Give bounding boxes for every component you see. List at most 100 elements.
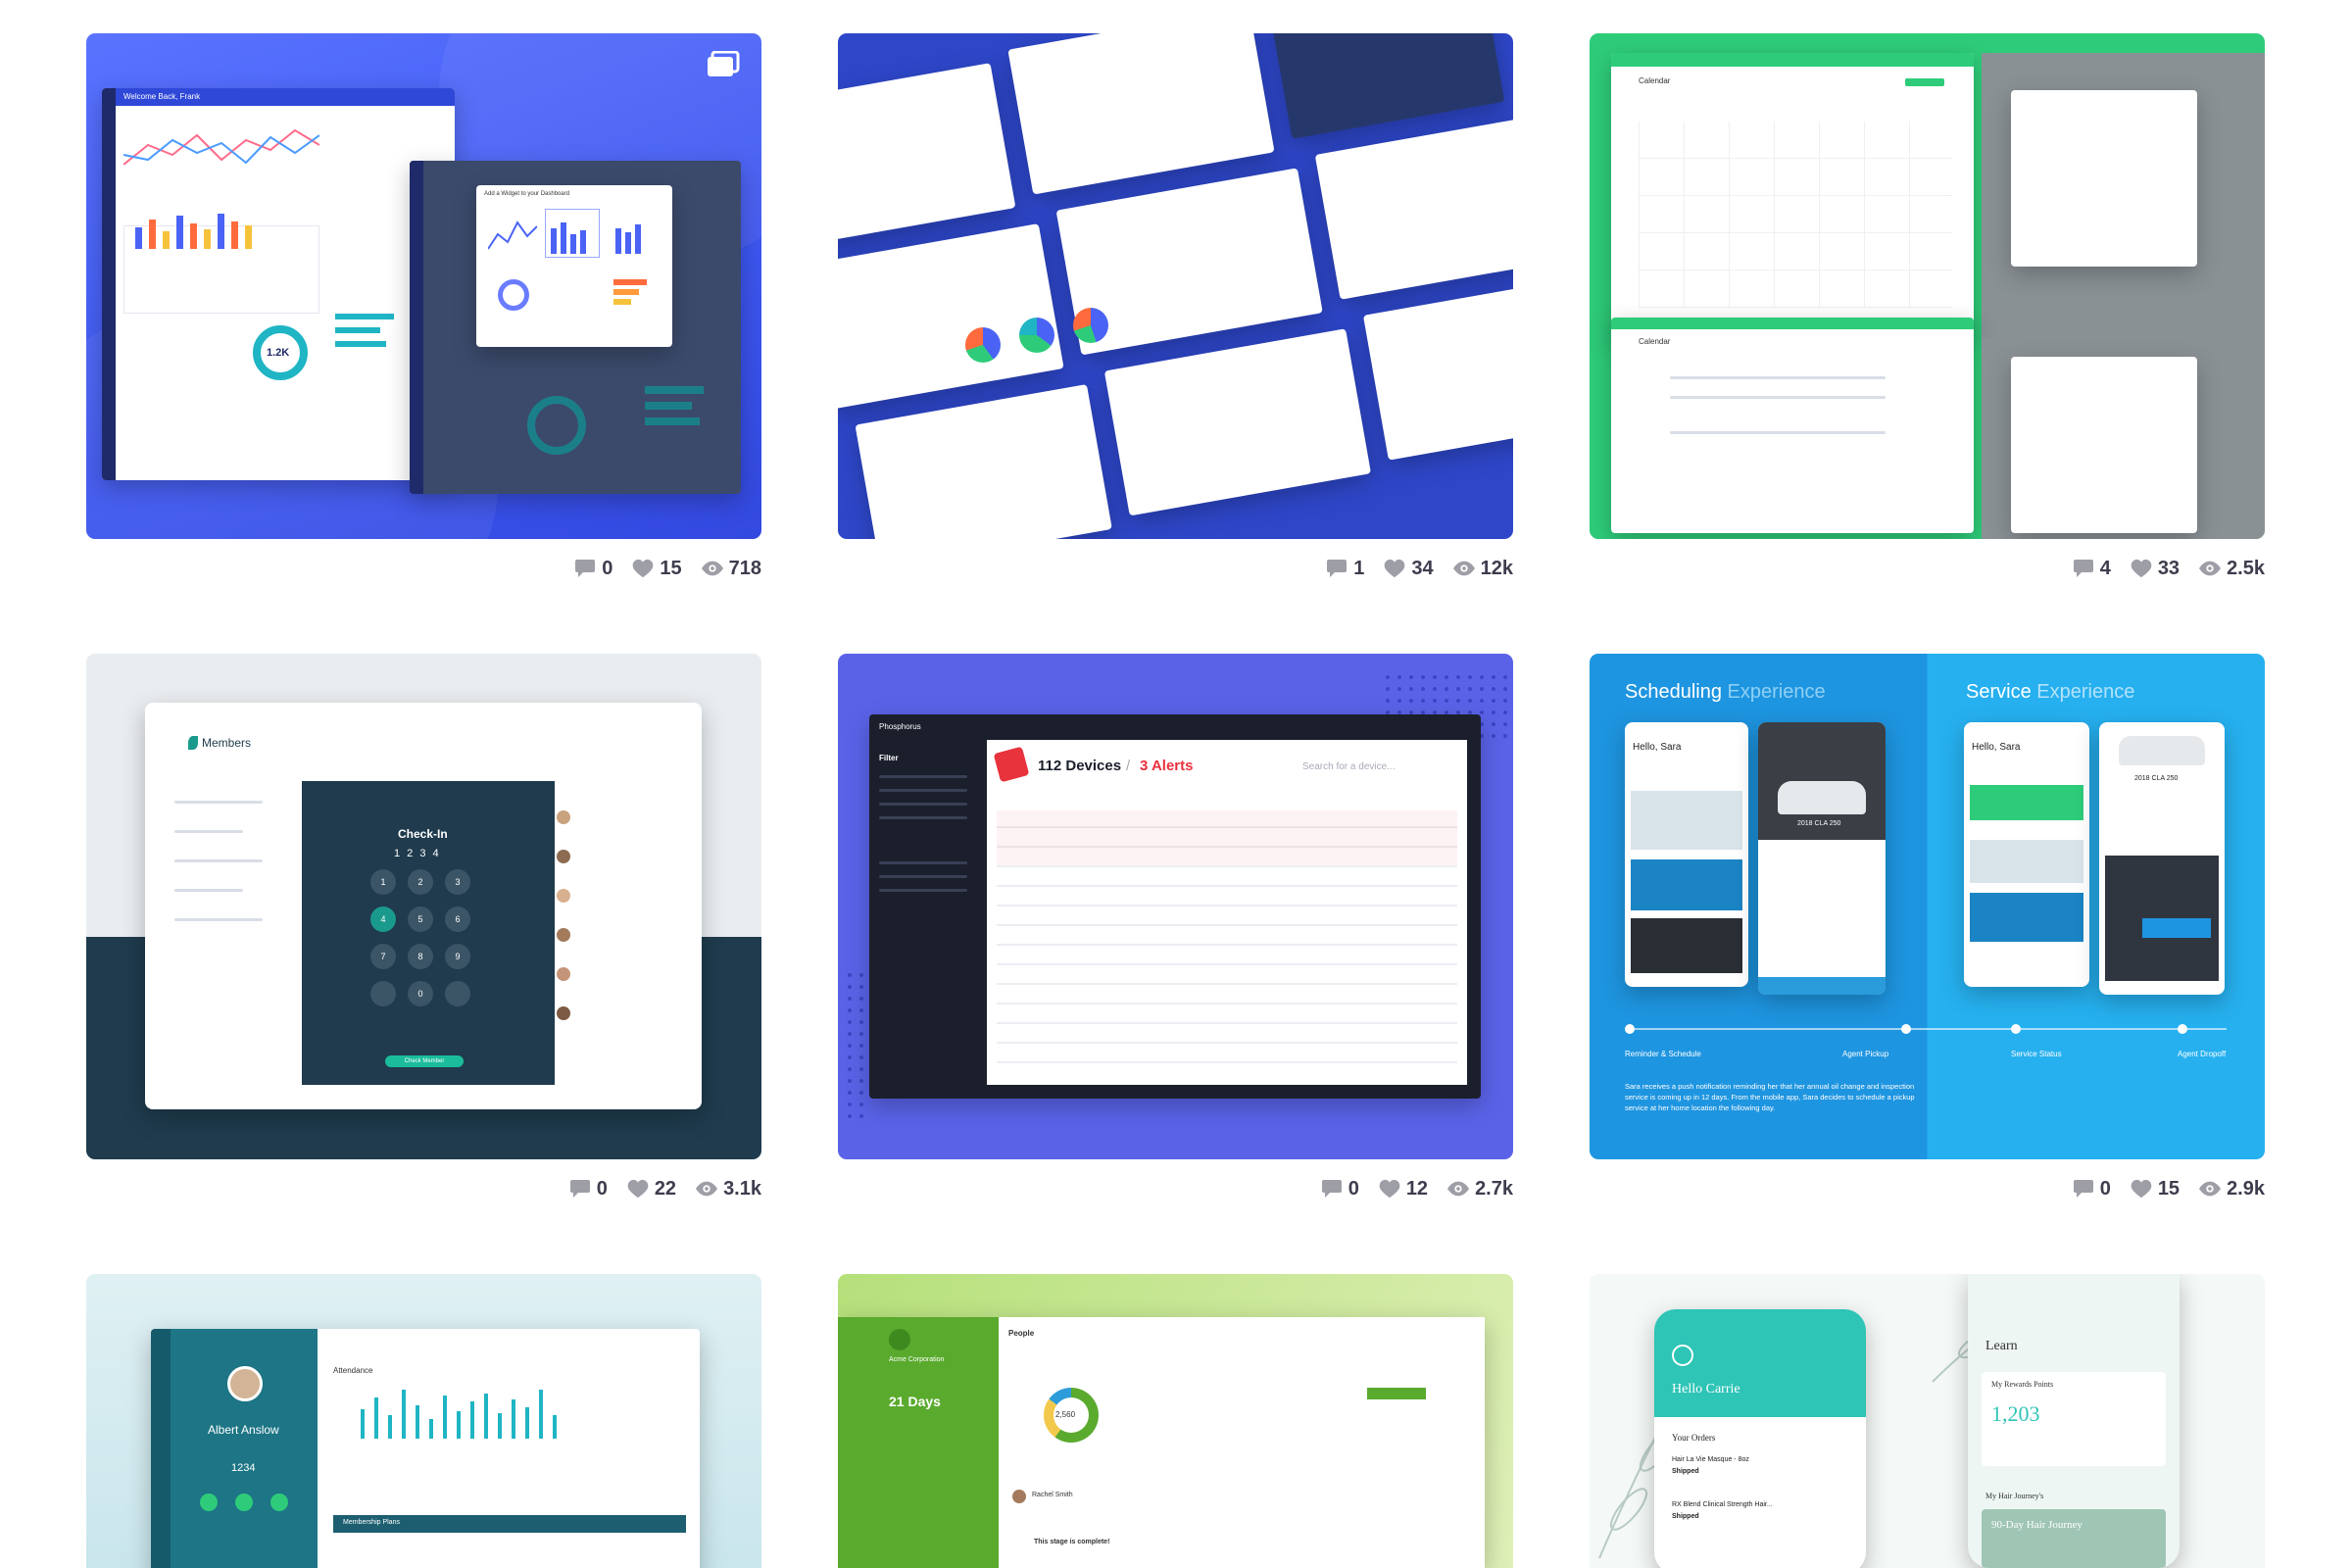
people-window: Acme Corporation 21 Days People 2,560 Ra…: [838, 1317, 1485, 1568]
shot-stats: 1 34 12k: [1314, 555, 1513, 582]
shot-card: Hello Carrie Your Orders Hair La Vie Mas…: [1590, 1274, 2265, 1568]
comments-count: 0: [596, 1177, 608, 1200]
backspace-key[interactable]: [370, 981, 396, 1006]
submit-key[interactable]: [445, 981, 470, 1006]
keypad-key[interactable]: 1: [370, 869, 396, 895]
likes-stat[interactable]: 15: [632, 557, 682, 580]
shot-thumbnail[interactable]: Welcome Back, Frank 1.2K Add a Widget to…: [86, 33, 761, 539]
service-title-sub: Experience: [2036, 681, 2135, 703]
shot-thumbnail[interactable]: [838, 33, 1513, 539]
comments-stat[interactable]: 0: [2073, 1178, 2111, 1200]
keypad-key[interactable]: 3: [445, 869, 470, 895]
separator: /: [1126, 758, 1131, 774]
devices-window: Phosphorus Filter 112 Devices / 3 Alerts…: [869, 714, 1481, 1099]
shot-thumbnail[interactable]: Calendar Calendar: [1590, 33, 2265, 539]
alerts-count: 3 Alerts: [1140, 758, 1194, 774]
comment-icon: [575, 560, 596, 577]
eye-icon: [701, 561, 723, 576]
shot-stats: 0 15 2.9k: [2061, 1175, 2265, 1202]
rewards-label: My Rewards Points: [1991, 1380, 2054, 1389]
car-model: 2018 CLA 250: [1797, 820, 1841, 827]
keypad-key[interactable]: 0: [408, 981, 433, 1006]
plans-heading: Membership Plans: [343, 1519, 400, 1526]
likes-count: 12: [1405, 1177, 1429, 1200]
order-status: Shipped: [1672, 1468, 1699, 1475]
views-count: 718: [728, 557, 761, 579]
views-stat: 12k: [1452, 558, 1513, 580]
order-status: Shipped: [1672, 1513, 1699, 1520]
leaf-icon: [188, 736, 198, 750]
keypad-key[interactable]: 4: [370, 906, 396, 932]
comments-stat[interactable]: 0: [574, 558, 612, 580]
device-search-input[interactable]: Search for a device...: [1302, 761, 1396, 772]
phone-screen: Hello Carrie Your Orders Hair La Vie Mas…: [1654, 1309, 1866, 1568]
shot-thumbnail[interactable]: Phosphorus Filter 112 Devices / 3 Alerts…: [838, 654, 1513, 1159]
calendar-window: Calendar: [1611, 53, 1974, 337]
comment-author: Rachel Smith: [1032, 1492, 1073, 1498]
shot-card: Calendar Calendar 4 33 2.5k: [1590, 33, 2265, 579]
people-title: People: [1008, 1329, 1035, 1338]
alert-badge-icon: [993, 746, 1030, 783]
app-title: Members: [202, 736, 252, 750]
views-stat: 2.5k: [2199, 558, 2265, 580]
likes-count: 22: [654, 1177, 677, 1200]
likes-stat[interactable]: 15: [2131, 1178, 2180, 1200]
welcome-text: Welcome Back, Frank: [123, 92, 201, 101]
comments-stat[interactable]: 0: [569, 1178, 608, 1200]
keypad-key[interactable]: 7: [370, 944, 396, 969]
eye-icon: [2199, 1181, 2222, 1197]
heart-icon: [2131, 559, 2152, 578]
shot-stats: 4 33 2.5k: [2061, 555, 2265, 582]
dialog-title: Add a Widget to your Dashboard: [484, 191, 570, 197]
calendar-window: Calendar: [1611, 318, 1974, 533]
shot-thumbnail[interactable]: Hello Carrie Your Orders Hair La Vie Mas…: [1590, 1274, 2265, 1568]
step-label: Reminder & Schedule: [1625, 1050, 1701, 1058]
donut-value: 1.2K: [267, 347, 290, 359]
keypad-key[interactable]: 9: [445, 944, 470, 969]
likes-stat[interactable]: 34: [1384, 558, 1434, 580]
comment-icon: [2073, 1180, 2093, 1198]
comments-count: 0: [602, 557, 613, 579]
likes-stat[interactable]: 12: [1379, 1178, 1428, 1200]
shot-thumbnail[interactable]: Members Check-In 1 2 3 4 1 2 3 4 5 6 7 8…: [86, 654, 761, 1159]
filter-label: Filter: [879, 754, 899, 762]
views-stat: 2.9k: [2199, 1178, 2265, 1200]
heart-icon: [1379, 1179, 1400, 1199]
shot-thumbnail[interactable]: Albert Anslow 1234 Attendance Membership…: [86, 1274, 761, 1568]
eye-icon: [1452, 561, 1475, 576]
phone-screen: Hello, Sara: [1964, 722, 2089, 987]
shot-thumbnail[interactable]: Acme Corporation 21 Days People 2,560 Ra…: [838, 1274, 1513, 1568]
comments-stat[interactable]: 1: [1326, 558, 1364, 580]
check-member-button[interactable]: Check Member: [385, 1055, 464, 1067]
multi-shot-icon: [707, 50, 740, 83]
keypad-key[interactable]: 6: [445, 906, 470, 932]
heart-icon: [2131, 1179, 2152, 1199]
comment-icon: [2073, 560, 2093, 577]
likes-count: 15: [660, 557, 682, 579]
phone-screen: 2018 CLA 250: [1758, 722, 1886, 995]
shot-stats: 0 22 3.1k: [558, 1175, 761, 1202]
shot-stats: 0 15 718: [563, 555, 761, 582]
views-count: 3.1k: [723, 1177, 761, 1200]
checkin-title: Check-In: [398, 827, 448, 841]
order-item: RX Blend Clinical Strength Hair...: [1672, 1501, 1773, 1508]
shots-grid: Welcome Back, Frank 1.2K Add a Widget to…: [0, 0, 2352, 1568]
views-count: 2.7k: [1475, 1177, 1513, 1200]
journey-title: 90-Day Hair Journey: [1991, 1519, 2082, 1531]
comments-stat[interactable]: 4: [2073, 558, 2111, 580]
likes-count: 15: [2157, 1177, 2180, 1200]
keypad-key[interactable]: 2: [408, 869, 433, 895]
shot-thumbnail[interactable]: Scheduling Experience Service Experience…: [1590, 654, 2265, 1159]
orders-heading: Your Orders: [1672, 1433, 1716, 1443]
heart-icon: [633, 559, 654, 578]
comments-stat[interactable]: 0: [1321, 1178, 1359, 1200]
stage-status: This stage is complete!: [1034, 1539, 1110, 1545]
keypad-key[interactable]: 8: [408, 944, 433, 969]
likes-stat[interactable]: 22: [627, 1178, 676, 1200]
step-label: Agent Pickup: [1842, 1050, 1889, 1058]
keypad: 1 2 3 4 5 6 7 8 9 0: [370, 869, 488, 1006]
scheduling-title-sub: Experience: [1727, 681, 1826, 703]
likes-stat[interactable]: 33: [2131, 558, 2180, 580]
keypad-key[interactable]: 5: [408, 906, 433, 932]
comments-count: 0: [2099, 1177, 2111, 1200]
